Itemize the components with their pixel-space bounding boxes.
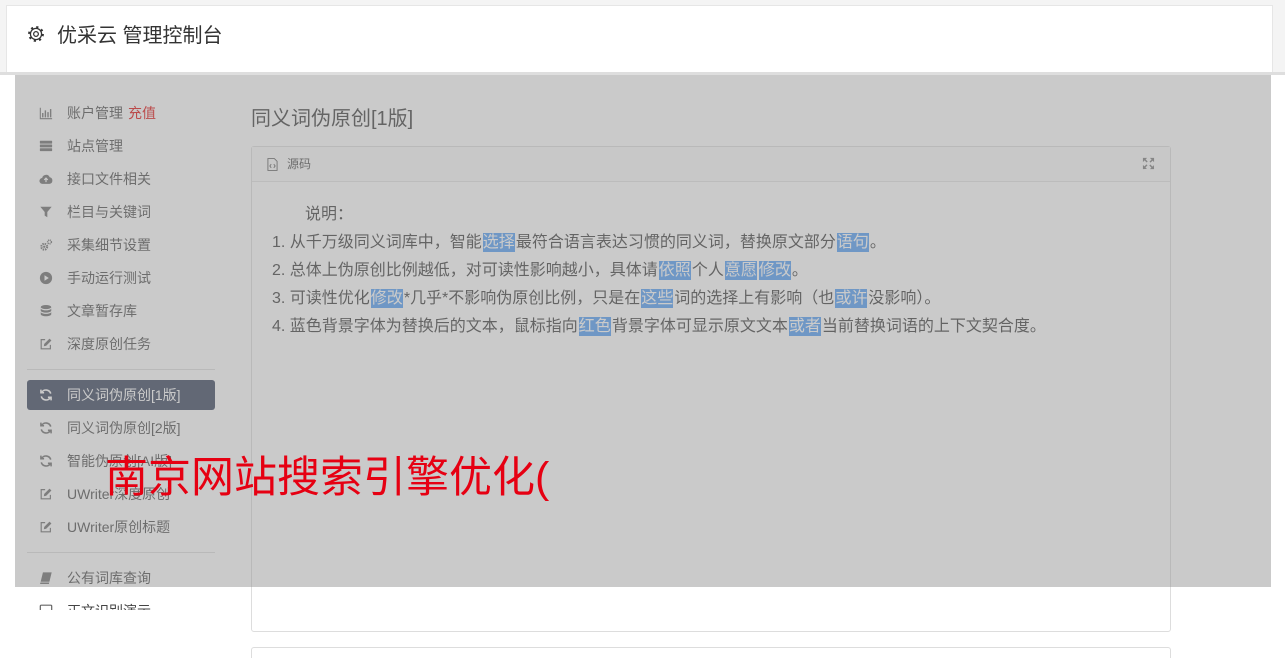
square-icon bbox=[39, 603, 53, 610]
app-title: 优采云 管理控制台 bbox=[57, 25, 223, 47]
sidebar-item-text-recognition-demo[interactable]: 正文识别演示 bbox=[27, 596, 215, 610]
next-panel bbox=[251, 647, 1171, 658]
app-header: 优采云 管理控制台 bbox=[6, 5, 1273, 72]
modal-backdrop bbox=[15, 75, 1271, 587]
sidebar-item-label: 正文识别演示 bbox=[67, 603, 151, 610]
gear-icon bbox=[27, 25, 45, 43]
overlay-text: 南京网站搜索引擎优化( bbox=[105, 454, 550, 502]
